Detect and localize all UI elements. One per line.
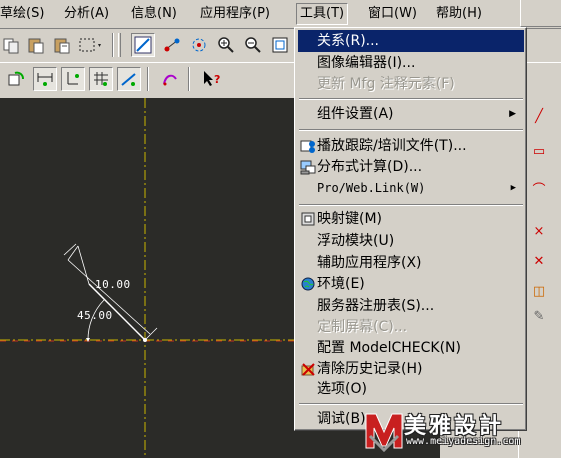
menu-item-update-mfg: 更新 Mfg 注释元素(F): [317, 76, 455, 92]
paste-special-icon[interactable]: [50, 33, 74, 57]
mapkey-icon: [300, 211, 316, 227]
angle-dimension-label[interactable]: 45.00: [77, 309, 113, 322]
menu-separator: [299, 129, 523, 131]
dim-extension-1: [77, 245, 90, 285]
trail-file-icon: [300, 138, 316, 154]
menu-help[interactable]: 帮助(H): [436, 4, 482, 24]
display-dimensions-icon[interactable]: [33, 67, 57, 91]
toolbar-separator: [147, 67, 149, 91]
menu-analysis[interactable]: 分析(A): [64, 4, 109, 24]
submenu-arrow-icon: ▶: [510, 183, 516, 193]
length-dimension-line: [67, 259, 151, 335]
menu-info[interactable]: 信息(N): [131, 4, 177, 24]
sketch-view-icon[interactable]: [131, 33, 155, 57]
menu-tools[interactable]: 工具(T): [296, 3, 349, 25]
menu-item-customize-screen: 定制屏幕(C)...: [317, 319, 408, 335]
menu-item-environment[interactable]: 环境(E): [298, 273, 524, 295]
clear-history-icon: [300, 361, 316, 377]
logo-url-text: www.meiyadesign.com: [406, 436, 521, 447]
mirror-tool-icon[interactable]: ◫: [525, 280, 553, 302]
menu-item-options[interactable]: 选项(O): [298, 378, 524, 400]
menu-item-distributed-computing[interactable]: 分布式计算(D)...: [298, 156, 524, 178]
globe-icon: [300, 276, 316, 292]
menu-item-relations[interactable]: 关系(R)...: [298, 30, 524, 52]
zoom-out-icon[interactable]: [241, 33, 265, 57]
menu-item-clear-history[interactable]: 清除历史记录(H): [298, 358, 524, 380]
watermark-logo: 美雅設計 www.meiyadesign.com: [364, 404, 554, 454]
modify-tool-icon[interactable]: ✎: [525, 305, 553, 327]
toolbar-separator: [112, 33, 114, 57]
display-vertices-icon[interactable]: [117, 67, 141, 91]
repaint-icon[interactable]: [4, 67, 28, 91]
vertex-point: [143, 338, 147, 342]
rectangle-tool-icon[interactable]: ▭: [525, 140, 553, 162]
menu-item-play-trail[interactable]: 播放跟踪/培训文件(T)...: [298, 135, 524, 157]
refit-icon[interactable]: [268, 33, 292, 57]
point-tool-icon[interactable]: ×: [525, 220, 553, 242]
selection-box-icon[interactable]: [76, 33, 106, 57]
menu-item-floating-modules[interactable]: 浮动模块(U): [298, 230, 524, 252]
zoom-in-icon[interactable]: [214, 33, 238, 57]
display-constraints-icon[interactable]: [61, 67, 85, 91]
line-tool-icon[interactable]: ╱: [525, 105, 553, 127]
paste-icon[interactable]: [24, 33, 48, 57]
submenu-arrow-icon: ▶: [509, 109, 516, 119]
menu-item-auxiliary-applications[interactable]: 辅助应用程序(X): [298, 252, 524, 274]
menu-item-mapkeys[interactable]: 映射键(M): [298, 208, 524, 230]
logo-mark-icon: [365, 413, 403, 452]
menu-sketch[interactable]: 草绘(S): [0, 4, 44, 24]
display-grid-icon[interactable]: [89, 67, 113, 91]
spin-center-icon[interactable]: [187, 33, 211, 57]
menu-item-pro-web-link[interactable]: Pro/Web.Link(W) ▶: [298, 177, 524, 199]
trim-tool-icon[interactable]: ✕: [525, 250, 553, 272]
menu-item-server-registry[interactable]: 服务器注册表(S)...: [298, 295, 524, 317]
toolbar-handle: [118, 33, 121, 57]
distributed-computing-icon: [300, 159, 316, 175]
arc-tool-icon[interactable]: ⌒: [525, 177, 553, 199]
menu-applications[interactable]: 应用程序(P): [200, 4, 270, 24]
menu-separator: [299, 98, 523, 100]
menu-item-image-editor[interactable]: 图像编辑器(I)...: [298, 52, 524, 74]
tools-menu: 关系(R)... 图像编辑器(I)... 更新 Mfg 注释元素(F) 组件设置…: [294, 27, 527, 431]
sketcher-diagnostics-icon[interactable]: [158, 67, 182, 91]
svg-text:?: ?: [214, 73, 220, 86]
context-help-icon[interactable]: ?: [200, 67, 224, 91]
length-dimension-label[interactable]: 10.00: [95, 278, 131, 291]
copy-icon[interactable]: [0, 33, 24, 57]
menu-item-configure-modelcheck[interactable]: 配置 ModelCHECK(N): [298, 337, 524, 359]
dim-extension-2: [144, 327, 158, 341]
datum-point-icon[interactable]: [160, 33, 184, 57]
toolbar-separator: [188, 67, 190, 91]
menu-bar: 草绘(S) 分析(A) 信息(N) 应用程序(P) 工具(T) 窗口(W) 帮助…: [0, 0, 561, 29]
menu-separator: [299, 204, 523, 206]
menu-window[interactable]: 窗口(W): [368, 4, 417, 24]
menu-item-assembly-settings[interactable]: 组件设置(A) ▶: [298, 103, 524, 125]
window-control-area: [520, 0, 561, 27]
